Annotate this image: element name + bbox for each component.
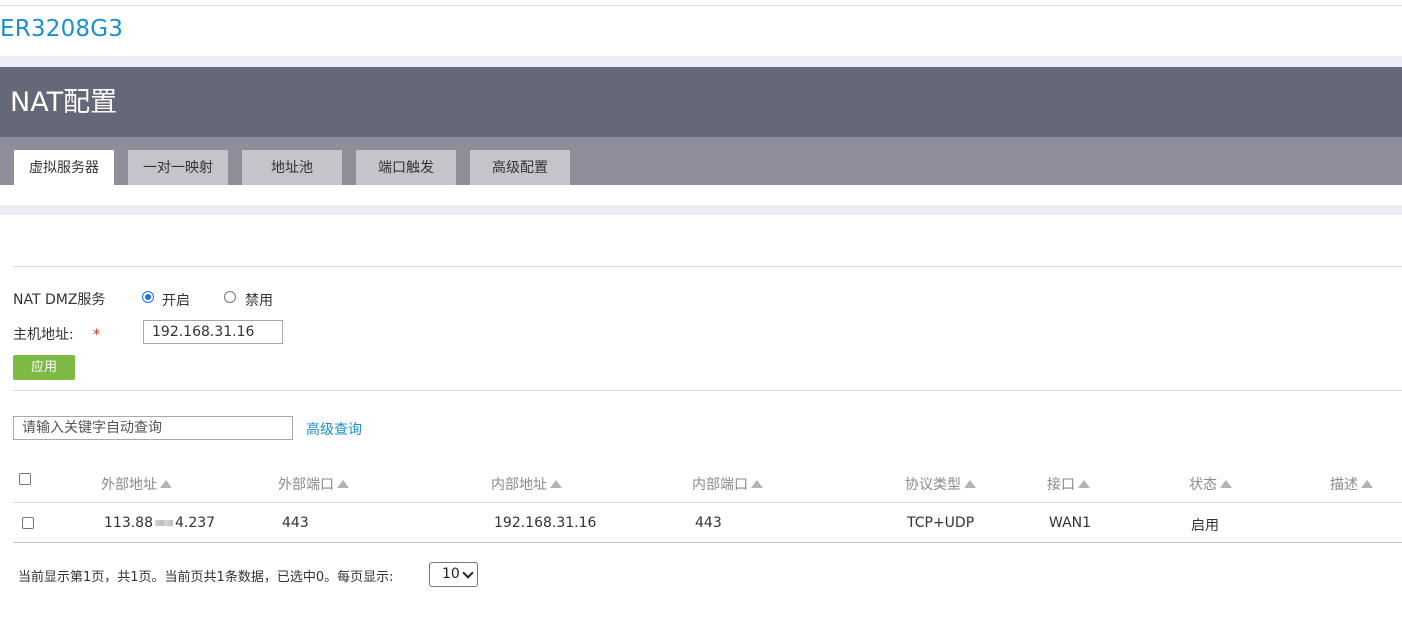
search-input[interactable]: 请输入关键字自动查询 (13, 416, 293, 440)
column-header-interface[interactable]: 接口 (1047, 474, 1090, 494)
cell-interface: WAN1 (1049, 515, 1092, 531)
column-header-description[interactable]: 描述 (1330, 474, 1373, 494)
sort-icon (337, 480, 349, 488)
column-header-internal-address[interactable]: 内部地址 (491, 474, 562, 494)
column-header-protocol[interactable]: 协议类型 (905, 474, 976, 494)
chevron-down-icon (462, 567, 474, 579)
sort-icon (1361, 480, 1373, 488)
page-size-select[interactable]: 10 (429, 562, 478, 587)
column-header-status[interactable]: 状态 (1189, 474, 1232, 494)
cell-protocol: TCP+UDP (907, 515, 975, 531)
cell-external-address: 113.88 4.237 (104, 515, 216, 531)
column-header-external-port[interactable]: 外部端口 (278, 474, 349, 494)
cell-internal-port: 443 (695, 515, 722, 531)
advanced-search-link[interactable]: 高级查询 (306, 419, 362, 439)
column-header-internal-port[interactable]: 内部端口 (692, 474, 763, 494)
sort-icon (550, 480, 562, 488)
cell-external-port: 443 (282, 515, 309, 531)
tab-virtual-server[interactable]: 虚拟服务器 (14, 150, 114, 185)
sort-icon (751, 480, 763, 488)
dmz-disable-label: 禁用 (245, 293, 273, 309)
page-header (0, 67, 1402, 137)
column-header-external-address[interactable]: 外部地址 (101, 474, 172, 494)
device-name: ER3208G3 (0, 16, 124, 42)
top-divider (0, 5, 1402, 6)
dmz-enable-radio[interactable] (142, 291, 154, 303)
cell-internal-address: 192.168.31.16 (494, 515, 597, 531)
content-top-band (0, 205, 1402, 215)
apply-button[interactable]: 应用 (13, 355, 75, 380)
table-header-divider (13, 502, 1402, 503)
section-divider (13, 390, 1402, 391)
required-mark: * (93, 327, 100, 343)
page-size-value: 10 (442, 566, 460, 582)
select-all-checkbox[interactable] (19, 473, 31, 485)
row-checkbox[interactable] (22, 517, 34, 529)
dmz-service-label: NAT DMZ服务 (13, 292, 106, 308)
tab-address-pool[interactable]: 地址池 (242, 150, 342, 185)
page-title: NAT配置 (10, 87, 118, 118)
host-address-input[interactable]: 192.168.31.16 (143, 320, 283, 344)
dmz-disable-radio[interactable] (224, 291, 236, 303)
tab-advanced-config[interactable]: 高级配置 (470, 150, 570, 185)
sort-icon (160, 480, 172, 488)
sort-icon (964, 480, 976, 488)
tab-port-trigger[interactable]: 端口触发 (356, 150, 456, 185)
sort-icon (1078, 480, 1090, 488)
pager-info: 当前显示第1页，共1页。当前页共1条数据，已选中0。每页显示: (18, 570, 394, 585)
sort-icon (1220, 480, 1232, 488)
header-top-band (0, 56, 1402, 67)
dmz-enable-label: 开启 (162, 293, 190, 309)
host-address-label: 主机地址: (13, 327, 74, 343)
table-bottom-divider (13, 542, 1402, 543)
section-divider (13, 266, 1402, 267)
cell-status: 启用 (1191, 518, 1219, 534)
redacted-octet (155, 520, 173, 526)
tab-one-to-one-mapping[interactable]: 一对一映射 (128, 150, 228, 185)
